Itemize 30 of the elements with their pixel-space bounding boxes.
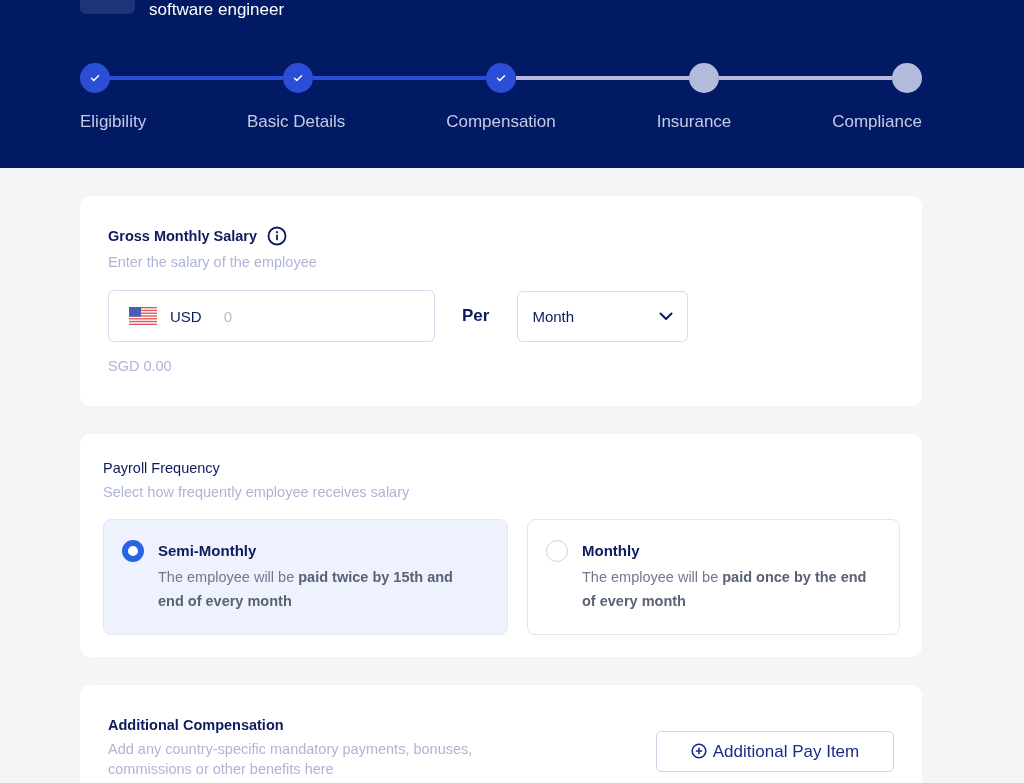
per-label: Per bbox=[462, 306, 490, 326]
payroll-option[interactable]: Semi-Monthly The employee will be paid twice by 15th and end of every month bbox=[103, 519, 508, 635]
section-title: Gross Monthly Salary bbox=[108, 228, 258, 244]
avatar-placeholder bbox=[80, 0, 135, 14]
section-hint: Enter the salary of the employee bbox=[108, 253, 318, 272]
plus-circle-icon bbox=[690, 742, 707, 759]
option-title: Monthly bbox=[582, 542, 641, 559]
section-hint: Add any country-specific mandatory payments, bonuses, commissions or other benefits here bbox=[108, 740, 474, 779]
chevron-down-icon bbox=[659, 311, 674, 321]
step-label: Compliance bbox=[832, 112, 922, 132]
option-title: Semi-Monthly bbox=[158, 542, 258, 559]
info-icon[interactable] bbox=[267, 226, 288, 246]
flag-icon bbox=[129, 307, 157, 325]
section-title: Payroll Frequency bbox=[103, 460, 221, 476]
converted-amount: SGD 0.00 bbox=[108, 358, 173, 374]
section-hint: Select how frequently employee receives salary bbox=[103, 483, 411, 502]
payroll-option[interactable]: Monthly The employee will be paid once by the end of every month bbox=[527, 519, 900, 635]
job-title: software engineer bbox=[149, 0, 285, 20]
option-description: The employee will be paid once by the end of every month bbox=[582, 568, 868, 611]
step-label: Compensation bbox=[446, 112, 556, 132]
period-dropdown[interactable]: Month bbox=[517, 290, 689, 342]
section-title: Additional Compensation bbox=[108, 717, 285, 733]
add-pay-item-button[interactable]: Additional Pay Item bbox=[656, 731, 894, 772]
option-description: The employee will be paid twice by 15th and end of every month bbox=[158, 568, 454, 611]
salary-input-field[interactable]: USD 0 bbox=[108, 290, 435, 342]
radio-button[interactable] bbox=[122, 540, 144, 562]
currency-label: USD bbox=[170, 307, 202, 325]
step-label: Eligibility bbox=[80, 112, 147, 132]
step-label: Insurance bbox=[656, 112, 732, 132]
step-label: Basic Details bbox=[247, 112, 346, 132]
